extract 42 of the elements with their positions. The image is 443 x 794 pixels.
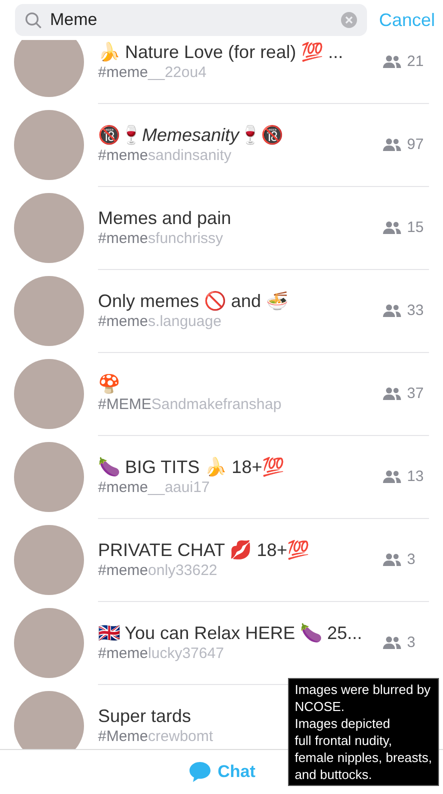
blur-notice: Images were blurred by NCOSE. Images depicted full frontal nudity, female nipples, breasts, and buttocks. <box>288 678 439 786</box>
group-name[interactable]: 🇬🇧 You can Relax HERE 🍆 25... <box>98 622 362 644</box>
group-handle: #MEMESandmakefranshap <box>98 394 282 414</box>
people-icon <box>383 304 401 316</box>
group-name[interactable]: 🍆 BIG TITS 🍌 18+💯 <box>98 456 284 478</box>
avatar-placeholder <box>14 690 84 749</box>
people-icon <box>383 636 401 648</box>
avatar-placeholder <box>14 40 84 96</box>
clear-icon[interactable] <box>340 12 357 28</box>
people-icon <box>383 386 401 400</box>
people-icon <box>383 220 401 234</box>
group-handle: #memes.language <box>98 312 222 330</box>
group-name[interactable]: Memes and pain <box>98 206 232 228</box>
people-icon <box>383 54 401 68</box>
member-count: 15 <box>407 218 424 236</box>
group-name[interactable]: 🔞🍷Memesanity🍷🔞 <box>98 124 284 146</box>
member-count: 97 <box>407 136 424 152</box>
member-count: 33 <box>407 302 424 318</box>
group-name[interactable]: Only memes 🚫 and 🍜 <box>98 290 288 312</box>
member-count: 37 <box>407 384 424 402</box>
group-handle: #memeonly33622 <box>98 560 218 580</box>
search-input[interactable]: Meme <box>50 10 333 30</box>
search-icon <box>25 12 42 28</box>
group-handle: #Memecrewbomt <box>98 726 214 746</box>
chat-bubble-icon <box>188 760 212 784</box>
member-count: 3 <box>407 634 416 650</box>
people-icon <box>383 470 401 482</box>
group-name[interactable]: Super tards <box>98 704 192 726</box>
search-field[interactable]: Meme <box>15 4 367 36</box>
group-handle: #memelucky37647 <box>98 644 224 662</box>
member-count: 3 <box>407 550 416 568</box>
member-count: 21 <box>407 52 424 70</box>
group-name[interactable]: 🍌 Nature Love (for real) 💯 ... <box>98 40 344 62</box>
people-icon <box>383 138 401 150</box>
group-handle: #meme__22ou4 <box>98 62 206 82</box>
group-name[interactable]: 🍄 <box>98 372 120 394</box>
people-icon <box>383 552 401 566</box>
group-handle: #meme__aaui17 <box>98 478 210 496</box>
member-count: 13 <box>407 468 424 484</box>
group-handle: #memesfunchrissy <box>98 228 224 248</box>
group-handle: #memesandinsanity <box>98 146 232 164</box>
group-name[interactable]: PRIVATE CHAT 💋 18+💯 <box>98 538 310 560</box>
